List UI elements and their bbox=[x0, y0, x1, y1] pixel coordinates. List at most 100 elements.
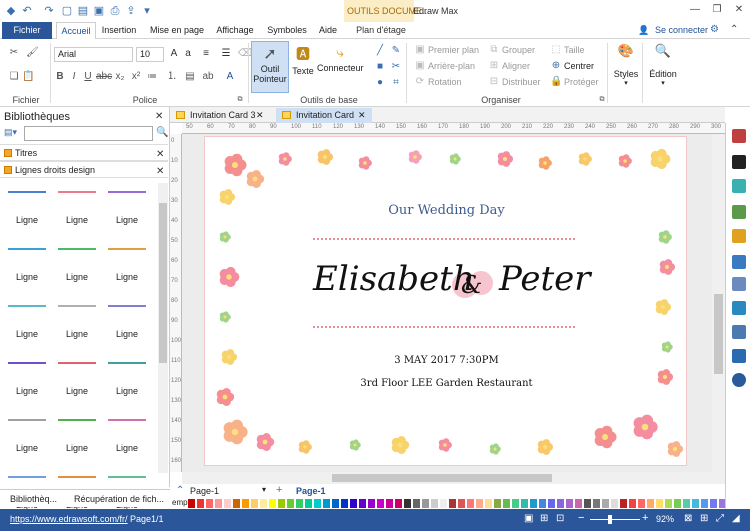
ribbon-collapse-icon[interactable]: ⌃ bbox=[730, 24, 738, 35]
color-swatch[interactable] bbox=[530, 499, 538, 508]
library-line-shape[interactable]: Ligne bbox=[102, 183, 152, 240]
tab-accueil[interactable]: Accueil bbox=[56, 22, 96, 39]
zoom-slider[interactable] bbox=[590, 519, 640, 520]
text-block-icon[interactable]: ▤ bbox=[184, 71, 196, 83]
copy-icon[interactable]: ❏ bbox=[8, 71, 20, 83]
size-button[interactable]: Taille bbox=[564, 45, 585, 55]
sign-in-link[interactable]: Se connecter bbox=[655, 25, 708, 35]
font-name-select[interactable]: Arial bbox=[54, 47, 133, 62]
library-line-shape[interactable]: Ligne bbox=[2, 297, 52, 354]
color-swatch[interactable] bbox=[269, 499, 277, 508]
library-line-shape[interactable]: Ligne bbox=[2, 354, 52, 411]
minimize-icon[interactable]: — bbox=[688, 4, 702, 16]
bullets-icon[interactable]: ≔ bbox=[146, 71, 158, 83]
pen-tool-icon[interactable]: ✎ bbox=[390, 45, 402, 57]
search-icon[interactable]: 🔍 bbox=[156, 127, 168, 138]
color-swatch[interactable] bbox=[350, 499, 358, 508]
print-icon[interactable]: ⎙ bbox=[108, 4, 122, 18]
color-swatch[interactable] bbox=[287, 499, 295, 508]
fill-icon[interactable] bbox=[732, 129, 746, 143]
font-shrink-icon[interactable]: a bbox=[182, 48, 194, 60]
color-swatch[interactable] bbox=[404, 499, 412, 508]
vertical-scrollbar[interactable] bbox=[712, 134, 725, 472]
invitation-card[interactable]: Our Wedding Day Elisabeth & Peter 3 MAY … bbox=[204, 136, 687, 466]
crop-tool-icon[interactable]: ✂ bbox=[390, 61, 402, 73]
align-icon[interactable]: ≡ bbox=[200, 48, 212, 60]
tab-plan-etage[interactable]: Plan d'étage bbox=[349, 22, 413, 39]
fullscreen-icon[interactable]: ⤢ bbox=[716, 513, 724, 524]
color-swatch[interactable] bbox=[431, 499, 439, 508]
text-tool-button[interactable]: 🅰 Texte bbox=[291, 41, 315, 93]
data-icon[interactable] bbox=[732, 277, 746, 291]
color-swatch[interactable] bbox=[242, 499, 250, 508]
color-swatch[interactable] bbox=[440, 499, 448, 508]
tab-libraries[interactable]: Bibliothèq... bbox=[10, 494, 57, 504]
color-swatch[interactable] bbox=[485, 499, 493, 508]
edit-button[interactable]: 🔍 Édition ▾ bbox=[646, 43, 680, 99]
page-tab-active[interactable]: Page-1 bbox=[296, 486, 326, 496]
color-swatch[interactable] bbox=[260, 499, 268, 508]
help-icon[interactable] bbox=[732, 373, 746, 387]
restore-icon[interactable]: ❐ bbox=[710, 4, 724, 16]
close-tab-icon[interactable]: ✕ bbox=[256, 108, 264, 122]
export-icon[interactable]: ⇪ bbox=[124, 4, 138, 18]
line-style-icon[interactable] bbox=[732, 155, 746, 169]
library-scrollbar[interactable] bbox=[158, 183, 168, 473]
color-swatch[interactable] bbox=[656, 499, 664, 508]
font-size-select[interactable]: 10 bbox=[136, 47, 164, 62]
open-icon[interactable]: ▤ bbox=[76, 4, 90, 18]
color-swatch[interactable] bbox=[368, 499, 376, 508]
color-swatch[interactable] bbox=[494, 499, 502, 508]
library-search-input[interactable] bbox=[24, 126, 153, 141]
line-spacing-icon[interactable]: ☰ bbox=[220, 48, 232, 60]
library-line-shape[interactable]: Ligne bbox=[2, 240, 52, 297]
doc-tab-invitation-card-3[interactable]: Invitation Card 3 ✕ bbox=[170, 108, 276, 123]
add-page-icon[interactable]: + bbox=[276, 484, 282, 496]
polyline-tool-icon[interactable]: ⌗ bbox=[390, 77, 402, 89]
strikethrough-icon[interactable]: abc bbox=[96, 71, 112, 83]
color-swatch[interactable] bbox=[278, 499, 286, 508]
paste-icon[interactable]: 📋 bbox=[22, 71, 34, 83]
color-swatch[interactable] bbox=[422, 499, 430, 508]
color-swatch[interactable] bbox=[467, 499, 475, 508]
color-swatch[interactable] bbox=[458, 499, 466, 508]
color-swatch[interactable] bbox=[449, 499, 457, 508]
color-swatch[interactable] bbox=[476, 499, 484, 508]
color-swatch[interactable] bbox=[503, 499, 511, 508]
numbering-icon[interactable]: ⒈ bbox=[166, 71, 178, 83]
rotate-button[interactable]: Rotation bbox=[428, 77, 462, 87]
line-tool-icon[interactable]: ╱ bbox=[374, 45, 386, 57]
tab-insertion[interactable]: Insertion bbox=[98, 22, 140, 39]
color-swatch[interactable] bbox=[539, 499, 547, 508]
library-line-shape[interactable]: Ligne bbox=[52, 297, 102, 354]
color-swatch[interactable] bbox=[215, 499, 223, 508]
rectangle-tool-icon[interactable]: ■ bbox=[374, 61, 386, 73]
close-section-icon[interactable]: ✕ bbox=[156, 164, 164, 180]
fit-width-icon[interactable]: ⊞ bbox=[700, 513, 708, 524]
page-dropdown-icon[interactable]: ▾ bbox=[262, 485, 266, 494]
subscript-icon[interactable]: x₂ bbox=[114, 71, 126, 83]
color-swatch[interactable] bbox=[233, 499, 241, 508]
color-swatch[interactable] bbox=[710, 499, 718, 508]
color-swatch[interactable] bbox=[395, 499, 403, 508]
color-swatch[interactable] bbox=[206, 499, 214, 508]
zoom-slider-handle[interactable] bbox=[608, 515, 612, 524]
library-line-shape[interactable]: Ligne bbox=[52, 354, 102, 411]
view-normal-icon[interactable]: ▣ bbox=[524, 513, 533, 524]
layers-icon[interactable] bbox=[732, 229, 746, 243]
fit-page-icon[interactable]: ⊠ bbox=[684, 513, 692, 524]
library-line-shape[interactable]: Ligne bbox=[102, 354, 152, 411]
color-swatch[interactable] bbox=[566, 499, 574, 508]
color-swatch[interactable] bbox=[548, 499, 556, 508]
library-line-shape[interactable]: Ligne bbox=[102, 240, 152, 297]
color-swatch[interactable] bbox=[629, 499, 637, 508]
zoom-out-icon[interactable]: − bbox=[578, 512, 584, 524]
color-swatch[interactable] bbox=[332, 499, 340, 508]
tab-file-recovery[interactable]: Récupération de fich... bbox=[74, 494, 164, 504]
ellipse-tool-icon[interactable]: ● bbox=[374, 77, 386, 89]
view-fullscreen-icon[interactable]: ⊡ bbox=[556, 513, 564, 524]
color-swatch[interactable] bbox=[692, 499, 700, 508]
italic-icon[interactable]: I bbox=[68, 71, 80, 83]
color-swatch[interactable] bbox=[413, 499, 421, 508]
zoom-in-icon[interactable]: + bbox=[642, 512, 648, 524]
